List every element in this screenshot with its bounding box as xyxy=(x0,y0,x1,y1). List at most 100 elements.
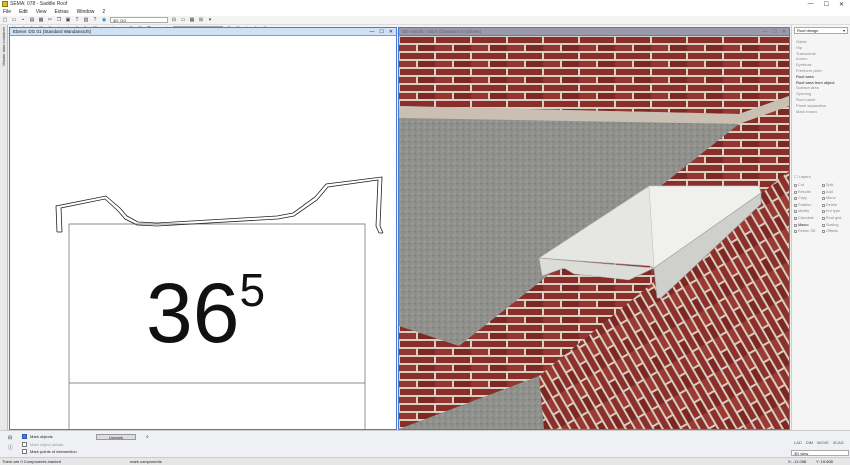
cut-op-icon xyxy=(794,184,797,187)
3d-view-window[interactable]: 3D Ansicht - Dach (Standard Ansichten) —… xyxy=(398,27,790,430)
copy-op-icon xyxy=(794,197,797,201)
frame-icon[interactable]: ▭ xyxy=(180,17,186,23)
op-split-label: Split xyxy=(826,183,834,187)
lock-icon[interactable]: ⊟ xyxy=(171,17,177,23)
3d-close-button[interactable]: ✕ xyxy=(782,29,786,35)
menu-2[interactable]: 2 xyxy=(102,9,105,15)
view-select[interactable]: 3D view xyxy=(791,450,849,456)
op-copy-label: Copy xyxy=(798,196,807,201)
3d-window-title: 3D Ansicht - Dach (Standard Ansichten) xyxy=(402,29,482,34)
plan-minimize-button[interactable]: — xyxy=(369,29,374,35)
dimension-label: 365 xyxy=(146,267,265,355)
layer-icon[interactable]: ◉ xyxy=(101,17,107,23)
menu-file[interactable]: File xyxy=(3,9,11,15)
mark-objects-label: Mark objects xyxy=(30,434,53,439)
op-calculate[interactable]: Calculate xyxy=(794,216,822,221)
help-icon[interactable]: ? xyxy=(92,17,98,23)
master-data-tab-label: Master data container xyxy=(1,27,6,66)
mark-info-icon[interactable]: ⓘ xyxy=(8,444,13,451)
op-knt-type-label: Knt type xyxy=(826,209,840,214)
op-results[interactable]: Results xyxy=(794,190,822,195)
tab-dim[interactable]: DIM xyxy=(806,440,813,445)
op-offsets[interactable]: Offsets xyxy=(822,229,850,234)
op-position-label: Position xyxy=(798,202,812,207)
op-cut[interactable]: Cut xyxy=(794,183,822,188)
calculate-op-icon xyxy=(794,216,797,220)
close-button[interactable]: ✕ xyxy=(839,1,844,8)
modify-op-icon xyxy=(794,210,797,214)
plan-close-button[interactable]: ✕ xyxy=(389,29,393,35)
image-icon[interactable]: ▦ xyxy=(38,17,44,23)
plan-maximize-button[interactable]: ☐ xyxy=(379,29,383,35)
save-icon[interactable]: ▪ xyxy=(20,17,26,23)
3d-render[interactable] xyxy=(399,36,789,429)
roof-item-mark-macro[interactable]: Mark macro xyxy=(794,109,848,115)
layer-select[interactable]: 3D: DG xyxy=(110,17,168,23)
macro-op-icon xyxy=(794,223,797,227)
copy-icon[interactable]: ❐ xyxy=(56,17,62,23)
op-modify[interactable]: Modify xyxy=(794,209,822,214)
op-split[interactable]: Split xyxy=(822,183,850,188)
unmark-button[interactable]: Unmark xyxy=(96,434,136,440)
3d-minimize-button[interactable]: — xyxy=(762,29,767,35)
dropdown-icon[interactable]: ▾ xyxy=(207,17,213,23)
op-mirror[interactable]: Mirror xyxy=(822,196,850,201)
op-knt-type[interactable]: Knt type xyxy=(822,209,850,214)
op-return-3d[interactable]: Return 3D xyxy=(794,229,822,234)
op-macro-label: Macro xyxy=(798,222,809,227)
menu-view[interactable]: View xyxy=(36,9,47,15)
tab-lad[interactable]: LAD xyxy=(794,440,802,445)
op-roof-grid[interactable]: Roof grid xyxy=(822,216,850,221)
paste-icon[interactable]: ▣ xyxy=(65,17,71,23)
op-position[interactable]: Position xyxy=(794,203,822,208)
offsets-op-icon xyxy=(822,230,825,234)
roof-design-list: Gable Hip Transverse Annex Eyebrow Freef… xyxy=(794,39,848,114)
open-folder-icon[interactable]: ▭ xyxy=(11,17,17,23)
print-icon[interactable]: ▤ xyxy=(29,17,35,23)
new-file-icon[interactable]: ▢ xyxy=(2,17,8,23)
op-add[interactable]: Add xyxy=(822,190,850,195)
maximize-button[interactable]: ☐ xyxy=(824,1,829,8)
plan-window-controls: — ☐ ✕ xyxy=(369,29,396,35)
op-macro[interactable]: Macro xyxy=(794,223,822,228)
master-data-tab[interactable]: Master data container xyxy=(0,25,8,430)
view-select-value: 3D view xyxy=(794,450,809,456)
coord-icon[interactable]: ⊞ xyxy=(198,17,204,23)
return-3d-op-icon xyxy=(794,230,797,234)
coping-profile-outer xyxy=(55,176,384,234)
minimize-button[interactable]: — xyxy=(808,1,814,8)
window-controls: — ☐ ✕ xyxy=(808,1,850,8)
menu-edit[interactable]: Edit xyxy=(19,9,28,15)
3d-maximize-button[interactable]: ☐ xyxy=(772,29,776,35)
title-bar: SEMA: 078 - Saddle Roof — ☐ ✕ xyxy=(0,0,850,8)
mark-points-row[interactable]: Mark points of intersection xyxy=(22,449,77,454)
scaling-op-icon xyxy=(822,223,825,227)
grid-icon[interactable]: ▦ xyxy=(189,17,195,23)
knt-type-op-icon xyxy=(822,210,825,214)
op-scaling[interactable]: Scaling xyxy=(822,223,850,228)
text-icon[interactable]: T xyxy=(74,17,80,23)
tab-3cad[interactable]: 3CAD xyxy=(833,440,844,445)
status-hint: mark components xyxy=(130,459,162,464)
op-copy[interactable]: Copy xyxy=(794,196,822,201)
unmark-button-label: Unmark xyxy=(108,434,123,440)
status-bar: There are 0 Components marked mark compo… xyxy=(0,457,850,465)
plan-drawing[interactable] xyxy=(10,36,396,429)
roof-design-select[interactable]: Roof design ▾ xyxy=(794,27,848,34)
mark-settings-icon[interactable]: ⊟ xyxy=(8,435,12,441)
op-mirror-label: Mirror xyxy=(826,196,836,201)
chevron-down-icon: ▾ xyxy=(842,28,845,33)
op-delete[interactable]: Delete xyxy=(822,203,850,208)
menu-extras[interactable]: Extras xyxy=(54,9,68,15)
status-coord-y: Y: 19.608 xyxy=(816,459,833,464)
image2-icon[interactable]: ▨ xyxy=(83,17,89,23)
mark-objects-row[interactable]: Mark objects xyxy=(22,434,53,439)
tab-move[interactable]: MOVE xyxy=(817,440,829,445)
layers-button[interactable]: ☐ Layers xyxy=(794,174,811,179)
layers-label: Layers xyxy=(798,174,811,179)
search-icon[interactable]: ⌕ xyxy=(146,434,149,440)
menu-window[interactable]: Window xyxy=(77,9,95,15)
mark-object-details-row[interactable]: Mark object details xyxy=(22,442,63,447)
cut-icon[interactable]: ✂ xyxy=(47,17,53,23)
plan-view-window[interactable]: Ebene: DG 01 (Standard Wandansicht) — ☐ … xyxy=(9,27,397,430)
